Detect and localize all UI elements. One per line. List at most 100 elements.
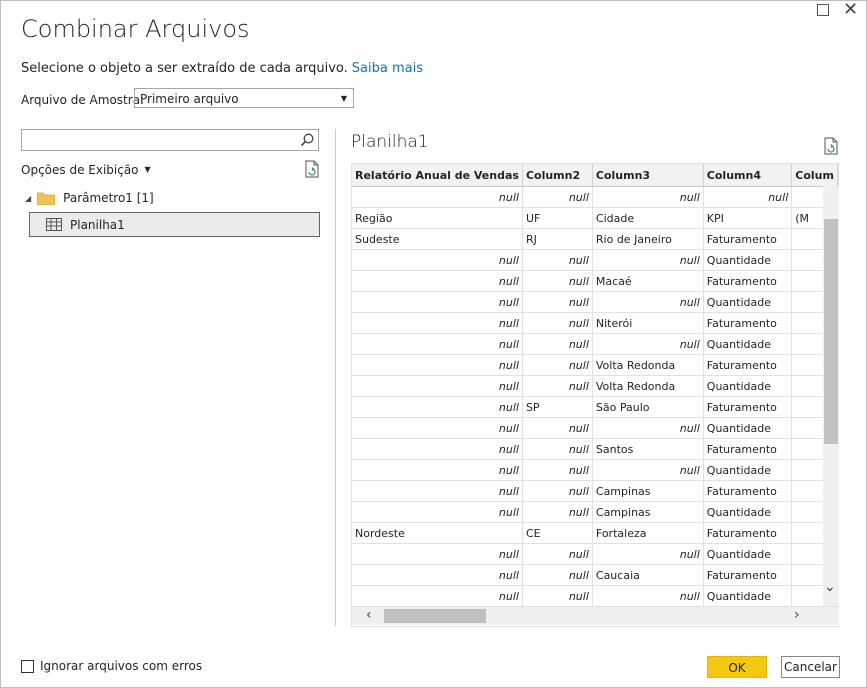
table-cell[interactable]: São Paulo	[592, 396, 704, 418]
table-cell[interactable]: Caucaia	[592, 564, 704, 586]
table-cell[interactable]: null	[352, 333, 523, 355]
table-cell[interactable]: null	[352, 585, 523, 607]
table-cell[interactable]: null	[352, 186, 523, 208]
table-cell[interactable]: Faturamento	[703, 564, 793, 586]
table-cell[interactable]: null	[352, 501, 523, 523]
table-cell[interactable]: null	[352, 564, 523, 586]
table-cell[interactable]: null	[522, 543, 593, 565]
learn-more-link[interactable]: Saiba mais	[352, 61, 423, 76]
table-cell[interactable]: null	[522, 249, 593, 271]
table-cell[interactable]: Faturamento	[703, 438, 793, 460]
table-cell[interactable]: null	[352, 291, 523, 313]
table-cell[interactable]: null	[522, 375, 593, 397]
table-cell[interactable]: null	[352, 480, 523, 502]
table-cell[interactable]: null	[352, 438, 523, 460]
table-cell[interactable]: null	[522, 564, 593, 586]
pane-divider[interactable]	[335, 129, 336, 626]
table-cell[interactable]: Santos	[592, 438, 704, 460]
table-cell[interactable]: Faturamento	[703, 228, 793, 250]
ok-button[interactable]: OK	[707, 656, 767, 678]
horizontal-scroll-thumb[interactable]	[384, 609, 486, 623]
refresh-icon[interactable]	[304, 160, 320, 178]
table-cell[interactable]: null	[592, 459, 704, 481]
column-header[interactable]: Relatório Anual de Vendas	[352, 164, 523, 187]
table-cell[interactable]: Campinas	[592, 480, 704, 502]
table-cell[interactable]: Faturamento	[703, 354, 793, 376]
table-cell[interactable]: null	[352, 543, 523, 565]
table-cell[interactable]: Nordeste	[352, 522, 523, 544]
table-cell[interactable]: Região	[352, 207, 523, 229]
table-cell[interactable]: Volta Redonda	[592, 375, 704, 397]
table-cell[interactable]: null	[352, 396, 523, 418]
column-header[interactable]: Column2	[522, 164, 593, 187]
column-header[interactable]: Colum	[791, 164, 838, 187]
close-icon[interactable]: ✕	[843, 0, 858, 20]
column-header[interactable]: Column4	[703, 164, 793, 187]
vertical-scroll-thumb[interactable]	[824, 219, 838, 444]
table-cell[interactable]: Quantidade	[703, 249, 793, 271]
table-cell[interactable]: null	[592, 186, 704, 208]
table-cell[interactable]: null	[592, 333, 704, 355]
table-cell[interactable]: null	[352, 417, 523, 439]
table-cell[interactable]: null	[592, 585, 704, 607]
table-cell[interactable]: Cidade	[592, 207, 704, 229]
search-input[interactable]	[21, 129, 319, 151]
expand-triangle-icon[interactable]: ◢	[25, 194, 31, 203]
table-cell[interactable]: null	[352, 312, 523, 334]
table-cell[interactable]: null	[522, 501, 593, 523]
table-cell[interactable]: Fortaleza	[592, 522, 704, 544]
table-cell[interactable]: null	[352, 249, 523, 271]
table-cell[interactable]: Quantidade	[703, 459, 793, 481]
table-cell[interactable]: null	[522, 438, 593, 460]
table-cell[interactable]: null	[352, 270, 523, 292]
table-cell[interactable]: Niterói	[592, 312, 704, 334]
sample-file-dropdown[interactable]: Primeiro arquivo ▼	[134, 88, 354, 108]
scroll-left-icon[interactable]: ‹	[366, 607, 372, 623]
table-cell[interactable]: null	[522, 186, 593, 208]
table-cell[interactable]: null	[352, 354, 523, 376]
preview-grid[interactable]: Relatório Anual de Vendas Column2 Column3 C…	[351, 163, 839, 627]
table-cell[interactable]: null	[522, 312, 593, 334]
maximize-icon[interactable]	[817, 4, 829, 16]
table-cell[interactable]: KPI	[703, 207, 793, 229]
table-cell[interactable]: Volta Redonda	[592, 354, 704, 376]
table-cell[interactable]: Rio de Janeiro	[592, 228, 704, 250]
search-icon[interactable]	[299, 132, 315, 148]
table-cell[interactable]: null	[522, 354, 593, 376]
table-cell[interactable]: RJ	[522, 228, 593, 250]
table-cell[interactable]: null	[522, 459, 593, 481]
table-cell[interactable]: Quantidade	[703, 375, 793, 397]
scroll-down-icon[interactable]: ⌄	[824, 579, 836, 595]
table-cell[interactable]: Faturamento	[703, 480, 793, 502]
table-cell[interactable]: CE	[522, 522, 593, 544]
table-cell[interactable]: Faturamento	[703, 396, 793, 418]
table-cell[interactable]: Quantidade	[703, 501, 793, 523]
tree-item-parameter[interactable]: ◢ Parâmetro1 [1]	[25, 191, 154, 205]
scroll-right-icon[interactable]: ›	[794, 607, 800, 623]
table-cell[interactable]: null	[522, 291, 593, 313]
table-cell[interactable]: Quantidade	[703, 417, 793, 439]
refresh-preview-icon[interactable]	[823, 137, 839, 155]
column-header[interactable]: Column3	[592, 164, 704, 187]
table-cell[interactable]: null	[703, 186, 793, 208]
display-options-dropdown[interactable]: Opções de Exibição ▼	[21, 163, 151, 177]
table-cell[interactable]: Quantidade	[703, 291, 793, 313]
table-cell[interactable]: Quantidade	[703, 585, 793, 607]
table-cell[interactable]: null	[522, 480, 593, 502]
table-cell[interactable]: null	[352, 459, 523, 481]
table-cell[interactable]: null	[592, 417, 704, 439]
table-cell[interactable]: null	[352, 375, 523, 397]
table-cell[interactable]: null	[592, 543, 704, 565]
ignore-errors-option[interactable]: Ignorar arquivos com erros	[21, 659, 202, 673]
table-cell[interactable]: null	[592, 291, 704, 313]
table-cell[interactable]: Faturamento	[703, 312, 793, 334]
table-cell[interactable]: null	[592, 249, 704, 271]
table-cell[interactable]: null	[522, 585, 593, 607]
ignore-errors-checkbox[interactable]	[21, 659, 34, 673]
tree-item-sheet[interactable]: Planilha1	[29, 212, 320, 237]
table-cell[interactable]: Macaé	[592, 270, 704, 292]
table-cell[interactable]: Faturamento	[703, 270, 793, 292]
table-cell[interactable]: null	[522, 270, 593, 292]
table-cell[interactable]: Sudeste	[352, 228, 523, 250]
table-cell[interactable]: null	[522, 333, 593, 355]
